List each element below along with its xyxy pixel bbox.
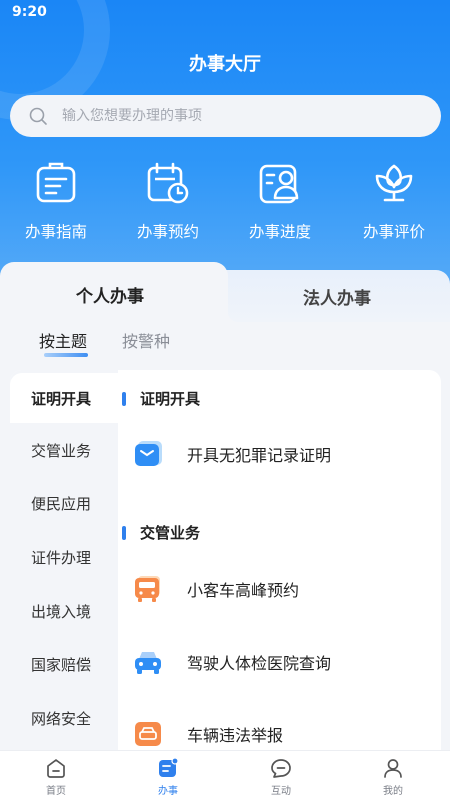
section-title: 证明开具 <box>140 390 201 408</box>
service-list: 证明开具 开具无犯罪记录证明 交管业务 小客车高峰预约 驾驶人体检医院查询 车辆… <box>118 370 441 750</box>
quick-action-label: 办事评价 <box>362 223 425 241</box>
sidebar-item-cyber-security[interactable]: 网络安全 <box>10 693 118 743</box>
nav-label: 首页 <box>46 786 66 797</box>
certificate-card-icon <box>135 441 162 466</box>
nav-label: 我的 <box>383 786 403 797</box>
profile-icon <box>384 759 402 778</box>
section-marker <box>122 525 126 540</box>
service-item[interactable]: 小客车高峰预约 <box>134 575 299 603</box>
chat-bubble-icon <box>271 759 291 778</box>
search-input[interactable] <box>62 108 392 124</box>
subtabs: 按主题 按警种 <box>0 328 450 364</box>
nav-profile[interactable]: 我的 <box>363 757 423 797</box>
service-label: 开具无犯罪记录证明 <box>187 446 332 465</box>
affair-type-tabs: 法人办事 个人办事 <box>0 262 450 322</box>
service-label: 小客车高峰预约 <box>187 581 300 600</box>
tab-personal-label: 个人办事 <box>76 287 144 307</box>
service-item[interactable]: 驾驶人体检医院查询 <box>134 648 331 676</box>
sidebar-item-state-compensation[interactable]: 国家赔偿 <box>10 639 118 689</box>
tab-personal[interactable]: 个人办事 <box>0 262 228 322</box>
quick-action-label: 办事进度 <box>248 223 311 241</box>
service-item[interactable]: 车辆违法举报 <box>134 720 283 748</box>
sidebar-item-traffic[interactable]: 交管业务 <box>10 425 118 475</box>
service-label: 车辆违法举报 <box>187 726 284 745</box>
tab-corporate-label: 法人办事 <box>303 289 371 309</box>
nav-label: 办事 <box>158 786 178 797</box>
search-icon <box>29 107 47 125</box>
progress-person-icon <box>259 164 299 204</box>
car-icon <box>135 652 161 674</box>
quick-action-appointment[interactable]: 办事预约 <box>112 160 224 242</box>
section-marker <box>122 391 126 406</box>
quick-actions: 办事指南 办事预约 办事进度 办事评价 <box>0 160 450 250</box>
sidebar-item-convenience[interactable]: 便民应用 <box>10 478 118 528</box>
subtab-by-topic[interactable]: 按主题 <box>39 328 87 352</box>
sidebar-item-exit-entry[interactable]: 出境入境 <box>10 586 118 636</box>
guide-document-icon <box>36 162 76 203</box>
quick-action-progress[interactable]: 办事进度 <box>224 160 336 242</box>
sidebar-item-documents[interactable]: 证件办理 <box>10 532 118 582</box>
car-report-icon <box>135 722 161 746</box>
section-header: 证明开具 <box>118 388 200 409</box>
service-label: 驾驶人体检医院查询 <box>187 654 332 673</box>
category-sidebar: 证明开具 交管业务 便民应用 证件办理 出境入境 国家赔偿 网络安全 <box>10 370 118 750</box>
subtab-active-indicator <box>44 353 88 357</box>
flower-rating-icon <box>375 164 413 202</box>
nav-interaction[interactable]: 互动 <box>251 757 311 797</box>
service-panel: 证明开具 交管业务 便民应用 证件办理 出境入境 国家赔偿 网络安全 证明开具 … <box>10 370 441 750</box>
header-banner <box>0 0 450 300</box>
quick-action-label: 办事指南 <box>24 223 87 241</box>
quick-action-label: 办事预约 <box>136 223 199 241</box>
nav-label: 互动 <box>271 786 291 797</box>
page-title: 办事大厅 <box>189 54 261 75</box>
search-bar[interactable] <box>10 95 441 137</box>
bus-icon <box>135 576 160 602</box>
bottom-navigation: 首页 办事 互动 我的 <box>0 750 450 800</box>
service-icon <box>159 757 179 777</box>
nav-home[interactable]: 首页 <box>26 757 86 797</box>
section-header: 交管业务 <box>118 522 200 543</box>
service-item[interactable]: 开具无犯罪记录证明 <box>134 440 331 468</box>
calendar-clock-icon <box>147 162 189 204</box>
home-icon <box>47 759 65 778</box>
quick-action-guide[interactable]: 办事指南 <box>0 160 112 242</box>
status-time: 9:20 <box>12 4 47 20</box>
section-title: 交管业务 <box>140 524 201 542</box>
sidebar-item-certificate[interactable]: 证明开具 <box>10 373 118 423</box>
quick-action-evaluation[interactable]: 办事评价 <box>338 160 450 242</box>
nav-service[interactable]: 办事 <box>138 757 198 797</box>
subtab-by-police-type[interactable]: 按警种 <box>122 328 170 352</box>
